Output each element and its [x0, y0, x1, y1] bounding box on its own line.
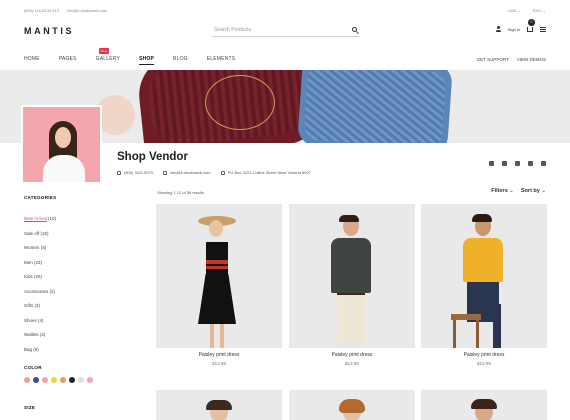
top-bar: (800) 116-8139 513 info@it-studioweb.com…: [24, 8, 546, 16]
topbar-email[interactable]: info@it-studioweb.com: [67, 8, 108, 13]
language-select[interactable]: ENG: [533, 8, 546, 13]
product-image[interactable]: [156, 390, 282, 420]
category-item[interactable]: Women (5): [24, 245, 56, 260]
flickr-icon[interactable]: [541, 161, 546, 166]
phone-icon: [117, 170, 121, 175]
vendor-contact: (800) 3311 5070 info@it-studioweb.com PO…: [117, 170, 311, 175]
nav-pages[interactable]: PAGES: [59, 56, 77, 62]
mail-icon: [163, 170, 168, 175]
user-icon[interactable]: [495, 26, 501, 32]
main-nav: HOME PAGES New GALLERY SHOP BLOG ELEMENT…: [24, 48, 254, 65]
size-heading: SIZE: [24, 405, 36, 410]
facebook-icon[interactable]: [502, 161, 507, 166]
search-input[interactable]: Search Products: [214, 27, 251, 33]
search-icon[interactable]: [352, 27, 357, 32]
search-bar[interactable]: Search Products: [212, 25, 360, 37]
product-image[interactable]: [421, 390, 547, 420]
topbar-phone[interactable]: (800) 116-8139 513: [24, 8, 59, 13]
color-swatches: [24, 377, 93, 383]
nav-shop[interactable]: SHOP: [139, 56, 155, 65]
product-price: $13.99: [212, 361, 226, 366]
new-badge: New: [98, 48, 110, 54]
cart-count-badge: 0: [528, 18, 535, 26]
nav-gallery[interactable]: New GALLERY: [95, 48, 121, 62]
color-heading: COLOR: [24, 365, 42, 370]
product-name[interactable]: Paisley print dress: [421, 352, 547, 358]
nav-secondary: GET SUPPORT VIEW DEMOS: [477, 57, 546, 62]
vendor-address: PO Box 3221 Collins Street West Victoria…: [220, 170, 311, 175]
category-item[interactable]: New Arrival (10): [24, 216, 56, 231]
product-image[interactable]: [421, 204, 547, 348]
vendor-email[interactable]: info@it-studioweb.com: [163, 170, 211, 175]
product-image[interactable]: [289, 204, 415, 348]
google-plus-icon[interactable]: [489, 161, 494, 166]
product-name[interactable]: Paisley print dress: [289, 352, 415, 358]
social-links: [489, 161, 546, 166]
location-icon: [220, 170, 225, 175]
color-swatch[interactable]: [24, 377, 30, 383]
filters-dropdown[interactable]: Filters: [491, 188, 514, 194]
vendor-phone: (800) 3311 5070: [117, 170, 153, 175]
color-swatch[interactable]: [69, 377, 75, 383]
category-item[interactable]: Bag (5): [24, 347, 56, 362]
product-price: $13.99: [345, 361, 359, 366]
twitter-icon[interactable]: [515, 161, 520, 166]
cart-icon[interactable]: 0: [527, 18, 535, 32]
view-demos-link[interactable]: VIEW DEMOS: [517, 57, 546, 62]
nav-gallery-label: GALLERY: [95, 56, 121, 62]
category-item[interactable]: Gifts (3): [24, 303, 56, 318]
category-item[interactable]: Shoes (4): [24, 318, 56, 333]
vendor-title: Shop Vendor: [117, 151, 188, 163]
results-count: Showing 1 12 of 36 results: [157, 190, 205, 195]
result-controls: Filters Sort by: [491, 188, 546, 194]
nav-elements[interactable]: ELEMENTS: [207, 56, 236, 62]
color-swatch[interactable]: [78, 377, 84, 383]
signin-link[interactable]: Sign in: [508, 27, 520, 32]
vendor-avatar: [21, 105, 102, 184]
sort-dropdown[interactable]: Sort by: [521, 188, 546, 194]
category-item[interactable]: Accessories (2): [24, 289, 56, 304]
nav-blog[interactable]: BLOG: [173, 56, 188, 62]
color-swatch[interactable]: [42, 377, 48, 383]
currency-select[interactable]: USD: [508, 8, 521, 13]
color-swatch[interactable]: [33, 377, 39, 383]
get-support-link[interactable]: GET SUPPORT: [477, 57, 509, 62]
product-image[interactable]: [156, 204, 282, 348]
color-swatch[interactable]: [60, 377, 66, 383]
category-item[interactable]: Men (23): [24, 260, 56, 275]
categories-heading: CATEGORIES: [24, 195, 57, 200]
instagram-icon[interactable]: [528, 161, 533, 166]
category-list: New Arrival (10) Sale off (15) Women (5)…: [24, 216, 56, 361]
product-image[interactable]: [289, 390, 415, 420]
category-item[interactable]: Wallets (2): [24, 332, 56, 347]
product-price: $13.99: [477, 361, 491, 366]
menu-icon[interactable]: [540, 26, 546, 32]
header-actions: Sign in 0: [495, 18, 546, 32]
color-swatch[interactable]: [51, 377, 57, 383]
category-item[interactable]: Kids (26): [24, 274, 56, 289]
color-swatch[interactable]: [87, 377, 93, 383]
nav-home[interactable]: HOME: [24, 56, 40, 62]
category-item[interactable]: Sale off (15): [24, 231, 56, 246]
logo[interactable]: MANTIS: [24, 26, 74, 36]
banner-jeans: [297, 70, 453, 143]
banner-necklace: [205, 75, 275, 130]
product-name[interactable]: Paisley print dress: [156, 352, 282, 358]
